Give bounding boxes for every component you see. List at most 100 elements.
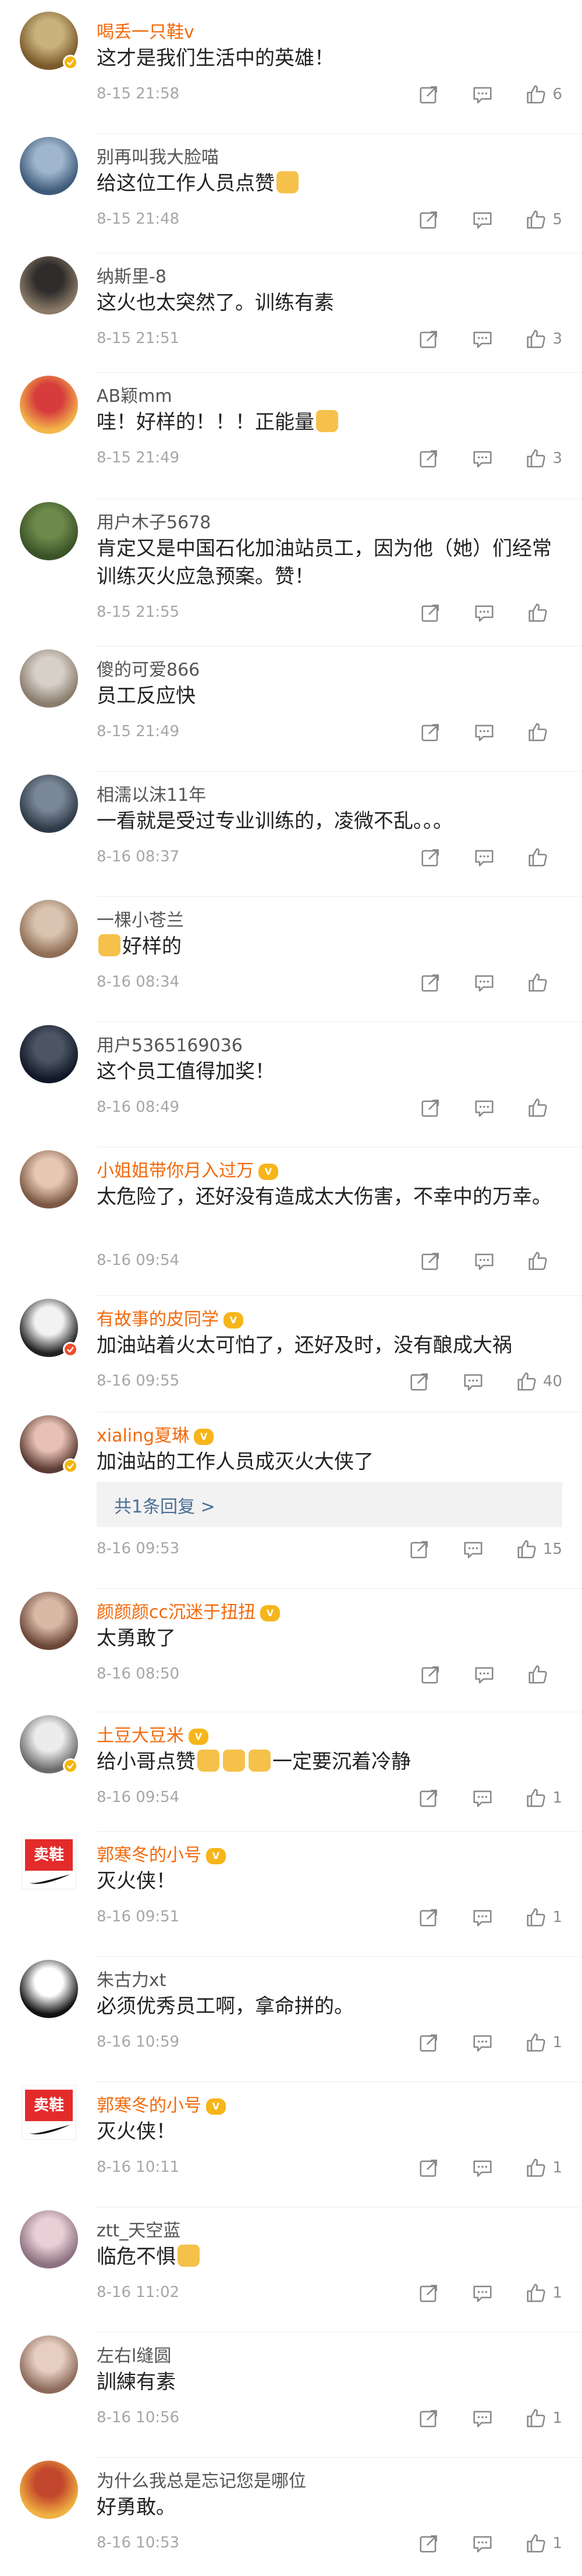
like-button[interactable]: 1	[524, 1906, 562, 1929]
comment-icon[interactable]	[473, 971, 496, 994]
avatar[interactable]	[20, 2210, 78, 2268]
avatar[interactable]	[20, 376, 78, 434]
like-icon[interactable]	[526, 720, 549, 744]
comment-icon[interactable]	[471, 2281, 494, 2305]
username[interactable]: 为什么我总是忘记您是哪位	[97, 2467, 306, 2492]
like-icon[interactable]	[526, 1096, 549, 1119]
username-text[interactable]: 为什么我总是忘记您是哪位	[97, 2471, 306, 2492]
like-button[interactable]: 1	[524, 2532, 562, 2555]
username[interactable]: 郭寒冬的小号 V	[97, 1840, 226, 1866]
like-button[interactable]: 1	[524, 2031, 562, 2054]
like-icon[interactable]	[524, 208, 548, 231]
like-icon[interactable]	[524, 2407, 548, 2430]
share-icon[interactable]	[419, 720, 442, 744]
like-icon[interactable]	[515, 1538, 538, 1561]
like-button[interactable]: 1	[524, 2407, 562, 2430]
username[interactable]: xialing夏琳 V	[97, 1421, 214, 1447]
comment-icon[interactable]	[471, 2156, 494, 2179]
avatar[interactable]	[20, 502, 78, 560]
username-text[interactable]: 别再叫我大脸喵	[97, 147, 219, 168]
like-button[interactable]: 5	[524, 208, 562, 231]
like-button[interactable]	[526, 720, 562, 744]
share-icon[interactable]	[419, 601, 442, 624]
username-text[interactable]: 左右l缝圆	[97, 2346, 171, 2366]
username[interactable]: 左右l缝圆	[97, 2341, 171, 2367]
username[interactable]: 纳斯里-8	[97, 262, 166, 288]
username[interactable]: 朱古力xt	[97, 1966, 166, 1991]
avatar[interactable]	[20, 137, 78, 195]
username-text[interactable]: 用户5365169036	[97, 1036, 243, 1056]
comment-icon[interactable]	[471, 2407, 494, 2430]
comment-icon[interactable]	[471, 2532, 494, 2555]
comment-icon[interactable]	[471, 83, 494, 106]
avatar[interactable]	[20, 1960, 78, 2018]
like-button[interactable]: 1	[524, 2156, 562, 2179]
username-text[interactable]: 朱古力xt	[97, 1970, 166, 1991]
share-icon[interactable]	[417, 1786, 441, 1810]
username[interactable]: 颜颜颜cc沉迷于扭扭 V	[97, 1598, 280, 1623]
username[interactable]: 喝丢一只鞋v	[97, 17, 194, 43]
comment-icon[interactable]	[471, 447, 494, 470]
share-icon[interactable]	[408, 1538, 431, 1561]
username-text[interactable]: 喝丢一只鞋v	[97, 22, 194, 43]
avatar[interactable]	[20, 649, 78, 708]
share-icon[interactable]	[417, 208, 441, 231]
avatar[interactable]: 卖鞋	[22, 2085, 76, 2140]
share-icon[interactable]	[417, 327, 441, 351]
comment-icon[interactable]	[471, 1906, 494, 1929]
like-button[interactable]	[526, 1663, 562, 1686]
comment-icon[interactable]	[462, 1370, 485, 1393]
like-icon[interactable]	[524, 327, 548, 351]
username[interactable]: 郭寒冬的小号 V	[97, 2091, 226, 2116]
avatar[interactable]	[20, 256, 78, 315]
username[interactable]: 小姐姐带你月入过万 V	[97, 1156, 278, 1182]
reply-summary[interactable]: 共1条回复 >	[97, 1482, 562, 1527]
username-text[interactable]: 纳斯里-8	[97, 267, 166, 287]
username-text[interactable]: 郭寒冬的小号	[97, 1845, 201, 1865]
share-icon[interactable]	[419, 846, 442, 869]
comment-icon[interactable]	[473, 1249, 496, 1273]
username[interactable]: ztt_天空蓝	[97, 2216, 180, 2242]
comment-icon[interactable]	[473, 720, 496, 744]
like-icon[interactable]	[515, 1370, 538, 1393]
share-icon[interactable]	[417, 1906, 441, 1929]
username-text[interactable]: 小姐姐带你月入过万	[97, 1161, 254, 1181]
username[interactable]: AB颖mm	[97, 381, 172, 407]
username-text[interactable]: 相濡以沫11年	[97, 785, 206, 805]
like-button[interactable]	[526, 1249, 562, 1273]
username-text[interactable]: 颜颜颜cc沉迷于扭扭	[97, 1602, 255, 1623]
like-button[interactable]: 1	[524, 2281, 562, 2305]
comment-icon[interactable]	[473, 601, 496, 624]
like-icon[interactable]	[524, 2532, 548, 2555]
username[interactable]: 有故事的皮同学 V	[97, 1305, 243, 1330]
share-icon[interactable]	[417, 83, 441, 106]
like-icon[interactable]	[524, 2156, 548, 2179]
like-icon[interactable]	[524, 1786, 548, 1810]
avatar[interactable]	[20, 900, 78, 958]
username-text[interactable]: 郭寒冬的小号	[97, 2096, 201, 2116]
like-icon[interactable]	[524, 2281, 548, 2305]
share-icon[interactable]	[417, 2281, 441, 2305]
avatar[interactable]	[20, 775, 78, 833]
like-icon[interactable]	[526, 601, 549, 624]
comment-icon[interactable]	[462, 1538, 485, 1561]
username[interactable]: 土豆大豆米 V	[97, 1721, 208, 1747]
like-button[interactable]	[526, 1096, 562, 1119]
comment-icon[interactable]	[471, 208, 494, 231]
username-text[interactable]: 有故事的皮同学	[97, 1309, 219, 1330]
like-icon[interactable]	[524, 1906, 548, 1929]
like-icon[interactable]	[526, 1663, 549, 1686]
username-text[interactable]: 土豆大豆米	[97, 1726, 184, 1746]
share-icon[interactable]	[419, 1249, 442, 1273]
like-button[interactable]: 40	[515, 1370, 562, 1393]
username[interactable]: 别再叫我大脸喵	[97, 143, 219, 168]
like-icon[interactable]	[524, 83, 548, 106]
username-text[interactable]: 用户木子5678	[97, 513, 211, 533]
avatar[interactable]	[20, 2335, 78, 2394]
username-text[interactable]: ztt_天空蓝	[97, 2221, 180, 2241]
username[interactable]: 傻的可爱866	[97, 655, 200, 681]
username[interactable]: 一棵小苍兰	[97, 906, 184, 931]
username[interactable]: 相濡以沫11年	[97, 780, 206, 806]
username[interactable]: 用户木子5678	[97, 508, 211, 533]
comment-icon[interactable]	[471, 2031, 494, 2054]
